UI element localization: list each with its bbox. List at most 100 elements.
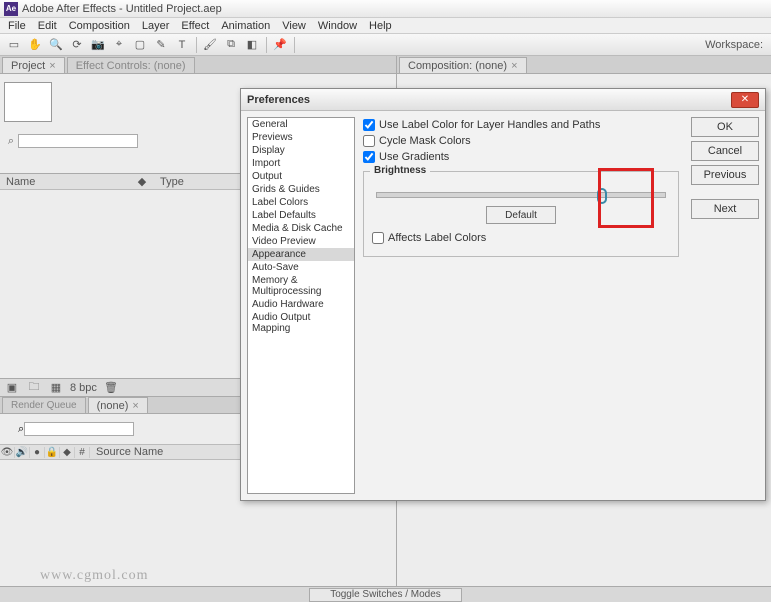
- check-cycle-mask[interactable]: Cycle Mask Colors: [363, 135, 679, 147]
- preferences-dialog: Preferences ✕ General Previews Display I…: [240, 88, 766, 501]
- close-icon[interactable]: ×: [49, 60, 55, 72]
- label-column-icon[interactable]: ◆: [60, 447, 75, 458]
- shape-tool-icon[interactable]: ▢: [130, 36, 150, 54]
- menu-edit[interactable]: Edit: [32, 20, 63, 32]
- dialog-title: Preferences: [247, 94, 731, 106]
- column-label-icon[interactable]: ◆: [130, 175, 154, 188]
- cat-grids-guides[interactable]: Grids & Guides: [248, 183, 354, 196]
- watermark-text: www.cgmol.com: [40, 568, 149, 584]
- brightness-legend: Brightness: [370, 165, 430, 176]
- interpret-footage-icon[interactable]: ▣: [4, 381, 20, 394]
- previous-button[interactable]: Previous: [691, 165, 759, 185]
- eraser-tool-icon[interactable]: ◧: [242, 36, 262, 54]
- tab-effect-controls[interactable]: Effect Controls: (none): [67, 57, 195, 73]
- dialog-button-column: OK Cancel Previous Next: [687, 117, 759, 494]
- rotate-tool-icon[interactable]: ⟳: [67, 36, 87, 54]
- comp-panel-tabs: Composition: (none)×: [397, 56, 771, 74]
- number-column[interactable]: #: [75, 447, 90, 458]
- column-name[interactable]: Name: [0, 176, 130, 188]
- toolbar-separator: [196, 37, 197, 53]
- menu-composition[interactable]: Composition: [63, 20, 136, 32]
- ok-button[interactable]: OK: [691, 117, 759, 137]
- ae-app-icon: Ae: [4, 2, 18, 16]
- cat-display[interactable]: Display: [248, 144, 354, 157]
- new-comp-icon[interactable]: ▦: [48, 381, 64, 394]
- type-tool-icon[interactable]: T: [172, 36, 192, 54]
- next-button[interactable]: Next: [691, 199, 759, 219]
- cat-appearance[interactable]: Appearance: [248, 248, 354, 261]
- clone-tool-icon[interactable]: ⧉: [221, 36, 241, 54]
- menu-help[interactable]: Help: [363, 20, 398, 32]
- tab-render-queue[interactable]: Render Queue: [2, 397, 86, 413]
- cat-general[interactable]: General: [248, 118, 354, 131]
- puppet-tool-icon[interactable]: 📌: [270, 36, 290, 54]
- toggle-switches-button[interactable]: Toggle Switches / Modes: [309, 588, 462, 602]
- check-gradients-box[interactable]: [363, 151, 375, 163]
- brightness-group: Brightness Default Affects Label Colors: [363, 171, 679, 257]
- new-folder-icon[interactable]: 🗀: [26, 378, 42, 397]
- preferences-category-list: General Previews Display Import Output G…: [247, 117, 355, 494]
- source-name-column[interactable]: Source Name: [90, 446, 163, 458]
- cat-output[interactable]: Output: [248, 170, 354, 183]
- cat-import[interactable]: Import: [248, 157, 354, 170]
- check-label-color[interactable]: Use Label Color for Layer Handles and Pa…: [363, 119, 679, 131]
- workspace-label: Workspace:: [705, 39, 763, 51]
- check-affects-label-box[interactable]: [372, 232, 384, 244]
- check-gradients[interactable]: Use Gradients: [363, 151, 679, 163]
- menu-bar: File Edit Composition Layer Effect Anima…: [0, 18, 771, 34]
- tab-timeline-none[interactable]: (none)×: [88, 397, 148, 413]
- dialog-close-button[interactable]: ✕: [731, 92, 759, 108]
- toolbar: ▭ ✋ 🔍 ⟳ 📷 ⌖ ▢ ✎ T 🖌 ⧉ ◧ 📌 Workspace:: [0, 34, 771, 56]
- brightness-default-button[interactable]: Default: [486, 206, 556, 224]
- cat-memory-mp[interactable]: Memory & Multiprocessing: [248, 274, 354, 298]
- window-title: Adobe After Effects - Untitled Project.a…: [22, 3, 222, 15]
- brightness-slider-thumb[interactable]: [597, 188, 607, 204]
- project-search-input[interactable]: [18, 134, 138, 148]
- solo-column-icon[interactable]: ●: [30, 447, 45, 458]
- brush-tool-icon[interactable]: 🖌: [200, 36, 220, 54]
- menu-layer[interactable]: Layer: [136, 20, 176, 32]
- zoom-tool-icon[interactable]: 🔍: [46, 36, 66, 54]
- cancel-button[interactable]: Cancel: [691, 141, 759, 161]
- cat-audio-hardware[interactable]: Audio Hardware: [248, 298, 354, 311]
- cat-previews[interactable]: Previews: [248, 131, 354, 144]
- lock-column-icon[interactable]: 🔒: [45, 447, 60, 458]
- cat-auto-save[interactable]: Auto-Save: [248, 261, 354, 274]
- audio-column-icon[interactable]: 🔊: [15, 447, 30, 458]
- camera-tool-icon[interactable]: 📷: [88, 36, 108, 54]
- cat-audio-output-mapping[interactable]: Audio Output Mapping: [248, 311, 354, 335]
- app-footer: Toggle Switches / Modes: [0, 586, 771, 602]
- eye-column-icon[interactable]: 👁: [0, 447, 15, 458]
- cat-label-colors[interactable]: Label Colors: [248, 196, 354, 209]
- dialog-titlebar: Preferences ✕: [241, 89, 765, 111]
- cat-label-defaults[interactable]: Label Defaults: [248, 209, 354, 222]
- cat-video-preview[interactable]: Video Preview: [248, 235, 354, 248]
- check-cycle-mask-box[interactable]: [363, 135, 375, 147]
- bpc-button[interactable]: 8 bpc: [70, 382, 97, 394]
- cat-media-disk-cache[interactable]: Media & Disk Cache: [248, 222, 354, 235]
- timeline-search-input[interactable]: [24, 422, 134, 436]
- trash-icon[interactable]: 🗑: [103, 381, 119, 394]
- menu-file[interactable]: File: [2, 20, 32, 32]
- close-icon[interactable]: ×: [132, 400, 138, 412]
- pan-behind-tool-icon[interactable]: ⌖: [109, 36, 129, 54]
- close-icon[interactable]: ×: [511, 60, 517, 72]
- preferences-settings: Use Label Color for Layer Handles and Pa…: [355, 117, 687, 494]
- tab-project[interactable]: Project×: [2, 57, 65, 73]
- menu-effect[interactable]: Effect: [175, 20, 215, 32]
- check-label-color-box[interactable]: [363, 119, 375, 131]
- search-icon: ⌕: [4, 135, 18, 148]
- toolbar-separator: [294, 37, 295, 53]
- brightness-slider[interactable]: [376, 192, 666, 198]
- toolbar-separator: [266, 37, 267, 53]
- app-titlebar: Ae Adobe After Effects - Untitled Projec…: [0, 0, 771, 18]
- menu-view[interactable]: View: [276, 20, 312, 32]
- selection-tool-icon[interactable]: ▭: [4, 36, 24, 54]
- menu-animation[interactable]: Animation: [215, 20, 276, 32]
- pen-tool-icon[interactable]: ✎: [151, 36, 171, 54]
- tab-composition[interactable]: Composition: (none)×: [399, 57, 527, 73]
- hand-tool-icon[interactable]: ✋: [25, 36, 45, 54]
- check-affects-label[interactable]: Affects Label Colors: [372, 232, 670, 244]
- menu-window[interactable]: Window: [312, 20, 363, 32]
- column-type[interactable]: Type: [154, 176, 184, 188]
